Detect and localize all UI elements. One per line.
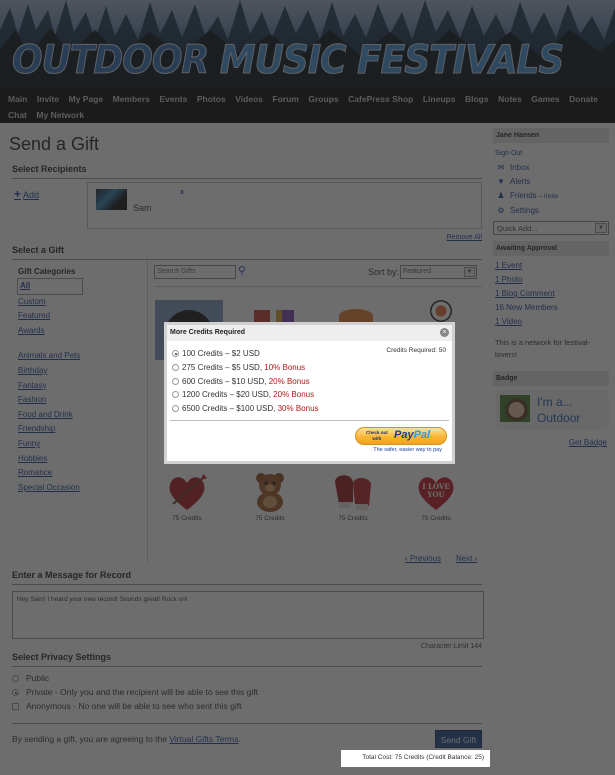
credit-option[interactable]: 1200 Credits – $20 USD, 20% Bonus [172,388,319,402]
bonus-label: 20% Bonus [268,376,310,386]
credit-option[interactable]: 600 Credits – $10 USD, 20% Bonus [172,375,319,389]
credit-option-radio[interactable] [172,363,179,371]
bonus-label: 10% Bonus [264,362,306,372]
paypal-checkout-button[interactable]: Check out with PayPal [355,427,447,445]
paypal-tagline: The safer, easier way to pay [373,447,442,453]
paypal-logo: PayPal [394,429,431,441]
dialog-divider [170,420,449,421]
bonus-label: 20% Bonus [273,390,315,400]
credits-required: Credits Required: 50 [386,347,446,354]
credit-option[interactable]: 6500 Credits – $100 USD, 30% Bonus [172,402,319,416]
credit-option[interactable]: 100 Credits – $2 USD [172,347,319,361]
bonus-label: 30% Bonus [277,404,319,414]
total-cost-label: Total Cost: 75 Credits (Credit Balance: … [341,750,490,767]
dialog-title: More Credits Required [167,325,452,341]
credit-option-radio[interactable] [172,405,179,413]
credit-options: 100 Credits – $2 USD 275 Credits – $5 US… [172,347,319,416]
credit-option-radio[interactable] [172,391,179,399]
close-icon[interactable]: × [440,328,449,337]
credit-option-radio[interactable] [172,350,179,357]
credit-option[interactable]: 275 Credits – $5 USD, 10% Bonus [172,361,319,375]
paypal-checkout-text: Check out with [366,430,388,441]
more-credits-dialog: More Credits Required × Credits Required… [164,322,455,464]
credit-option-radio[interactable] [172,377,179,385]
